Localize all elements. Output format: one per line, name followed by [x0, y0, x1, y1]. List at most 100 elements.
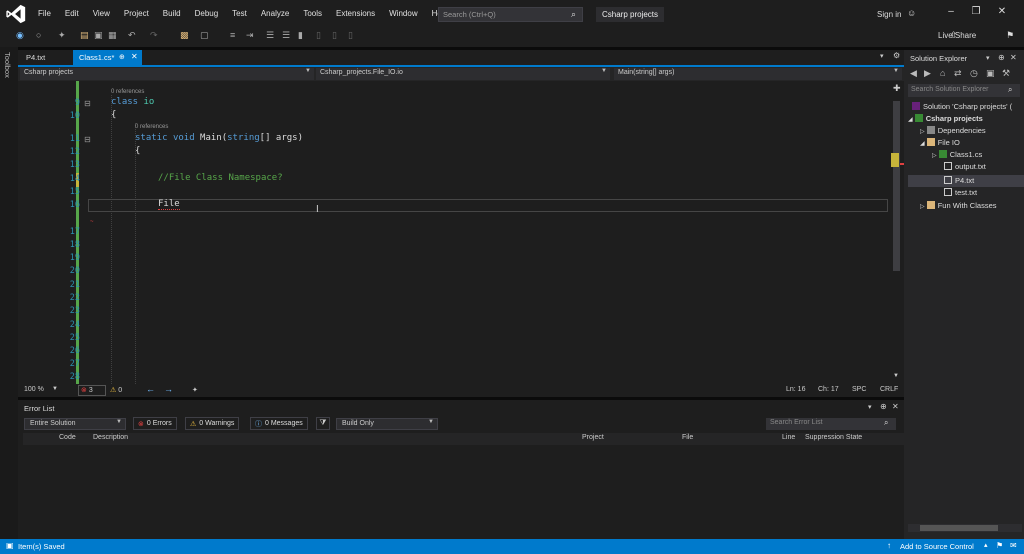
sign-in-link[interactable]: Sign in: [877, 10, 901, 19]
build-filter-dropdown[interactable]: Build Only ▼: [336, 418, 438, 430]
messages-filter-button[interactable]: ⓘ 0 Messages: [250, 417, 308, 430]
tree-item-class1[interactable]: ▷ Class1.cs: [932, 150, 982, 159]
save-all-icon[interactable]: ▦: [108, 30, 117, 41]
uncomment-icon[interactable]: ☰: [282, 30, 290, 41]
editor-vertical-scrollbar[interactable]: ✚ ▼: [890, 81, 904, 384]
sync-icon[interactable]: ⇄: [954, 68, 962, 79]
project-dropdown[interactable]: Csharp projects ▼: [20, 68, 314, 80]
search-icon[interactable]: ⌕: [571, 9, 576, 20]
code-editor[interactable]: ⊟ ⊟ 9 0 references class io 10 { 11 0 re…: [18, 81, 890, 384]
nav-back-icon[interactable]: ←: [146, 384, 155, 394]
menu-analyze[interactable]: Analyze: [254, 0, 296, 27]
pin-panel-icon[interactable]: ⊕: [998, 53, 1005, 62]
search-input[interactable]: Search (Ctrl+Q): [438, 7, 583, 22]
collapse-icon[interactable]: ⊟: [84, 99, 91, 108]
forward-icon[interactable]: ▶: [924, 68, 931, 79]
open-file-icon[interactable]: ▤: [80, 30, 89, 41]
chevron-down-icon[interactable]: ▼: [52, 386, 58, 392]
menu-extensions[interactable]: Extensions: [329, 0, 382, 27]
code-cleanup-icon[interactable]: ✦: [192, 386, 198, 394]
history-icon[interactable]: ◷: [970, 68, 978, 79]
collapse-icon[interactable]: ⊟: [84, 135, 91, 144]
tree-item-project[interactable]: ◢ Csharp projects: [908, 114, 983, 123]
chevron-up-icon[interactable]: ▴: [984, 541, 988, 549]
redo-icon[interactable]: ↷: [150, 30, 158, 41]
pending-changes-icon[interactable]: ▣: [986, 68, 995, 79]
pin-icon[interactable]: ⊕: [119, 53, 125, 61]
nav-forward-icon[interactable]: →: [164, 384, 173, 394]
split-editor-icon[interactable]: ✚: [893, 83, 901, 94]
folder-toolbar-icon[interactable]: ▩: [180, 30, 189, 41]
type-dropdown[interactable]: Csharp_projects.File_IO.io ▼: [316, 68, 610, 80]
properties-icon[interactable]: ⚒: [1002, 68, 1010, 79]
column-header-description[interactable]: Description: [93, 434, 128, 441]
horizontal-scrollbar[interactable]: [908, 524, 1022, 532]
error-count-indicator[interactable]: ⊗ 3: [78, 385, 106, 396]
panel-close-icon[interactable]: ✕: [1010, 53, 1017, 62]
column-header-code[interactable]: Code: [59, 434, 76, 441]
menu-debug[interactable]: Debug: [188, 0, 226, 27]
column-header-suppression-state[interactable]: Suppression State: [805, 434, 862, 441]
errors-filter-button[interactable]: ⊗ 0 Errors: [133, 417, 177, 430]
column-header-project[interactable]: Project: [582, 434, 604, 441]
screen-icon[interactable]: ▢: [200, 30, 209, 41]
panel-close-icon[interactable]: ✕: [892, 402, 899, 411]
close-icon[interactable]: ✕: [990, 6, 1014, 17]
add-to-source-control-button[interactable]: Add to Source Control: [900, 542, 974, 551]
tab-list-icon[interactable]: ▾: [880, 52, 884, 60]
tree-item-p4[interactable]: P4.txt: [944, 176, 974, 185]
home-icon[interactable]: ⌂: [940, 68, 945, 78]
notifications-icon[interactable]: ⚑: [996, 541, 1003, 550]
undo-icon[interactable]: ↶: [128, 30, 136, 41]
minimize-icon[interactable]: –: [939, 6, 963, 17]
menu-build[interactable]: Build: [156, 0, 188, 27]
tree-item-solution[interactable]: Solution 'Csharp projects' (: [912, 102, 1012, 111]
code-lens-references[interactable]: 0 references: [135, 124, 168, 130]
solution-search-input[interactable]: Search Solution Explorer: [908, 84, 1020, 97]
filter-icon[interactable]: ⧩: [316, 417, 330, 430]
account-icon[interactable]: ☺: [907, 8, 916, 18]
search-icon[interactable]: ⌕: [1008, 85, 1012, 95]
scroll-down-icon[interactable]: ▼: [893, 373, 899, 379]
panel-menu-icon[interactable]: ▾: [986, 54, 990, 62]
search-icon[interactable]: ⌕: [884, 418, 888, 428]
menu-file[interactable]: File: [31, 0, 58, 27]
line-ending-mode[interactable]: CRLF: [880, 386, 898, 393]
bookmark-icon[interactable]: ▮: [298, 30, 303, 41]
tree-item-fun-with-classes[interactable]: ▷ Fun With Classes: [920, 201, 997, 210]
live-share-button[interactable]: Live Share: [938, 31, 976, 40]
scrollbar-thumb[interactable]: [893, 101, 900, 271]
menu-test[interactable]: Test: [225, 0, 254, 27]
whitespace-mode[interactable]: SPC: [852, 386, 866, 393]
clear-bookmarks-icon[interactable]: ▯: [348, 30, 353, 41]
menu-window[interactable]: Window: [382, 0, 424, 27]
forward-icon[interactable]: ○: [36, 30, 41, 40]
settings-icon[interactable]: ⚙: [893, 51, 900, 60]
pin-panel-icon[interactable]: ⊕: [880, 402, 887, 411]
align-icon[interactable]: ≡: [230, 30, 235, 40]
save-icon[interactable]: ▣: [94, 30, 103, 41]
warning-count-indicator[interactable]: ⚠ 0: [110, 386, 122, 394]
tab-p4-txt[interactable]: P4.txt: [20, 50, 51, 65]
menu-tools[interactable]: Tools: [296, 0, 329, 27]
feedback-icon[interactable]: ⚑: [1006, 30, 1014, 41]
menu-edit[interactable]: Edit: [58, 0, 86, 27]
warnings-filter-button[interactable]: ⚠ 0 Warnings: [185, 417, 240, 430]
code-lens-references[interactable]: 0 references: [111, 89, 144, 95]
tree-item-dependencies[interactable]: ▷ Dependencies: [920, 126, 986, 135]
member-dropdown[interactable]: Main(string[] args) ▼: [614, 68, 902, 80]
column-header-line[interactable]: Line: [782, 434, 795, 441]
menu-project[interactable]: Project: [117, 0, 156, 27]
back-icon[interactable]: ◀: [910, 68, 917, 79]
scrollbar-thumb[interactable]: [920, 525, 998, 531]
scope-dropdown[interactable]: Entire Solution ▼: [24, 418, 126, 430]
prev-bookmark-icon[interactable]: ▯: [316, 30, 321, 41]
bell-icon[interactable]: ✉: [1010, 541, 1017, 550]
zoom-level[interactable]: 100 %: [24, 386, 44, 393]
tree-item-file-io[interactable]: ◢ File IO: [920, 138, 960, 147]
column-header-file[interactable]: File: [682, 434, 693, 441]
tree-item-test[interactable]: test.txt: [944, 188, 977, 197]
next-bookmark-icon[interactable]: ▯: [332, 30, 337, 41]
comment-icon[interactable]: ☰: [266, 30, 274, 41]
indent-icon[interactable]: ⇥: [246, 30, 254, 41]
